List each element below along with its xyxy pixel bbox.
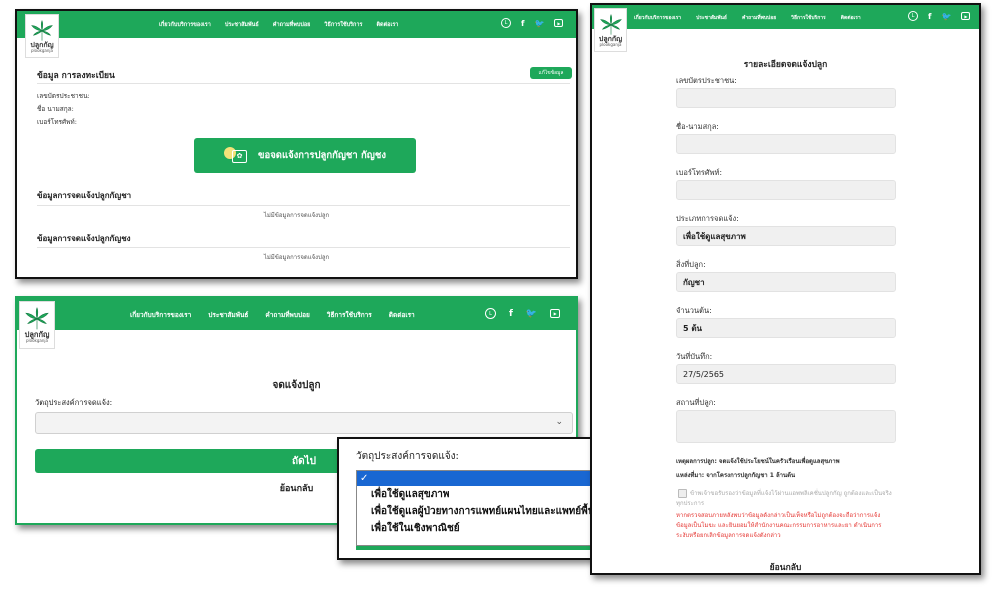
registration-panel: ปลูกกัญ plookganja เกี่ยวกับบริการของเรา… xyxy=(15,9,578,279)
chevron-down-icon: ⌄ xyxy=(555,417,563,427)
cultivation-detail-panel: ปลูกกัญ plookganja เกี่ยวกับบริการของเรา… xyxy=(590,3,981,575)
section-title-registration: ข้อมูล การลงทะเบียน xyxy=(37,71,115,81)
plant-count-label: จำนวนต้น: xyxy=(676,306,712,315)
nav-howto[interactable]: วิธีการใช้บริการ xyxy=(791,14,826,22)
social-icons: L f 🐦 ▶ xyxy=(908,11,971,21)
reason-text: เหตุผลการปลูก: จดแจ้งใช้ประโยชน์ในครัวเร… xyxy=(676,458,840,465)
cannabis-leaf-icon xyxy=(599,13,622,35)
hemp-empty-text: ไม่มีข้อมูลการจดแจ้งปลูก xyxy=(263,254,330,261)
nav-news[interactable]: ประชาสัมพันธ์ xyxy=(225,21,259,29)
line-icon[interactable]: L xyxy=(501,18,511,28)
youtube-icon[interactable]: ▶ xyxy=(554,19,564,27)
location-label: สถานที่ปลูก: xyxy=(676,398,716,407)
divider xyxy=(37,247,570,248)
warning-text: หากตรวจสอบภายหลังพบว่าข้อมูลดังกล่าวเป็น… xyxy=(676,512,882,539)
form-title: จดแจ้งปลูก xyxy=(272,380,321,391)
line-icon[interactable]: L xyxy=(908,11,918,21)
site-logo[interactable]: ปลูกกัญ plookganja xyxy=(25,14,59,58)
request-cultivation-label: ขอจดแจ้งการปลูกกัญชา กัญชง xyxy=(258,150,386,161)
twitter-icon[interactable]: 🐦 xyxy=(526,309,537,319)
nav-contact[interactable]: ติดต่อเรา xyxy=(389,310,415,320)
purpose-select[interactable]: ⌄ xyxy=(35,412,573,434)
nav-about[interactable]: เกี่ยวกับบริการของเรา xyxy=(159,21,211,29)
nav-howto[interactable]: วิธีการใช้บริการ xyxy=(324,21,362,29)
record-date-label: วันที่บันทึก: xyxy=(676,352,713,361)
nav-contact[interactable]: ติดต่อเรา xyxy=(841,14,861,22)
field-phone-label: เบอร์โทรศัพท์: xyxy=(37,118,77,126)
purpose-label: วัตถุประสงค์การจดแจ้ง: xyxy=(35,398,113,407)
source-text: แหล่งที่มา: จากโครงการปลูกกัญชา 1 ล้านต้… xyxy=(676,472,796,479)
checkmark-icon: ✓ xyxy=(360,473,369,484)
twitter-icon[interactable]: 🐦 xyxy=(534,19,544,28)
fullname-label: ชื่อ-นามสกุล: xyxy=(676,122,719,131)
plant-type-field[interactable]: กัญชา xyxy=(676,272,896,292)
record-date-field[interactable]: 27/5/2565 xyxy=(676,364,896,384)
nav-about[interactable]: เกี่ยวกับบริการของเรา xyxy=(634,14,681,22)
nav-faq[interactable]: คำถามที่พบบ่อย xyxy=(265,310,309,320)
id-card-label: เลขบัตรประชาชน: xyxy=(676,76,737,85)
nav-faq[interactable]: คำถามที่พบบ่อย xyxy=(742,14,776,22)
cannabis-leaf-icon xyxy=(25,307,49,330)
edit-info-button[interactable]: แก้ไขข้อมูล xyxy=(530,67,572,79)
nav-contact[interactable]: ติดต่อเรา xyxy=(376,21,398,29)
twitter-icon[interactable]: 🐦 xyxy=(941,12,951,21)
consent-text: ข้าพเจ้าขอรับรองว่าข้อมูลที่แจ้งไว้ผ่านแ… xyxy=(676,490,892,507)
youtube-icon[interactable]: ▶ xyxy=(550,309,561,318)
cannabis-document-icon: ✿ xyxy=(224,145,250,167)
nav-about[interactable]: เกี่ยวกับบริการของเรา xyxy=(130,310,191,320)
nav-links: เกี่ยวกับบริการของเรา ประชาสัมพันธ์ คำถา… xyxy=(159,21,398,29)
facebook-icon[interactable]: f xyxy=(928,12,931,21)
site-logo[interactable]: ปลูกกัญ plookganja xyxy=(19,301,55,349)
notification-type-label: ประเภทการจดแจ้ง: xyxy=(676,214,739,223)
nav-news[interactable]: ประชาสัมพันธ์ xyxy=(208,310,248,320)
cannabis-leaf-icon xyxy=(31,19,53,41)
id-card-field[interactable] xyxy=(676,88,896,108)
plant-type-label: สิ่งที่ปลูก: xyxy=(676,260,706,269)
hemp-section-title: ข้อมูลการจดแจ้งปลูกกัญชง xyxy=(37,234,131,243)
phone-label: เบอร์โทรศัพท์: xyxy=(676,168,723,177)
nav-news[interactable]: ประชาสัมพันธ์ xyxy=(696,14,727,22)
facebook-icon[interactable]: f xyxy=(521,19,524,28)
field-name-label: ชื่อ นามสกุล: xyxy=(37,105,74,113)
nav-links: เกี่ยวกับบริการของเรา ประชาสัมพันธ์ คำถา… xyxy=(634,14,861,22)
line-icon[interactable]: L xyxy=(485,308,496,319)
logo-subtitle: plookganja xyxy=(31,47,53,53)
fullname-field[interactable] xyxy=(676,134,896,154)
site-logo[interactable]: ปลูกกัญ plookganja xyxy=(594,8,627,52)
location-textarea[interactable] xyxy=(676,410,896,443)
dropdown-label: วัตถุประสงค์การจดแจ้ง: xyxy=(356,451,459,462)
detail-title: รายละเอียดจดแจ้งปลูก xyxy=(743,60,828,70)
logo-subtitle: plookganja xyxy=(26,337,48,343)
nav-howto[interactable]: วิธีการใช้บริการ xyxy=(327,310,372,320)
cannabis-empty-text: ไม่มีข้อมูลการจดแจ้งปลูก xyxy=(263,212,330,219)
plant-count-field[interactable]: 5 ต้น xyxy=(676,318,896,338)
phone-field[interactable] xyxy=(676,180,896,200)
facebook-icon[interactable]: f xyxy=(509,309,513,319)
cannabis-section-title: ข้อมูลการจดแจ้งปลูกกัญชา xyxy=(37,191,132,200)
social-icons: L f 🐦 ▶ xyxy=(485,308,561,319)
youtube-icon[interactable]: ▶ xyxy=(961,12,971,20)
social-icons: L f 🐦 ▶ xyxy=(501,18,564,28)
divider xyxy=(37,205,570,206)
divider xyxy=(37,83,570,84)
field-id-label: เลขบัตรประชาชน: xyxy=(37,92,90,100)
nav-faq[interactable]: คำถามที่พบบ่อย xyxy=(273,21,311,29)
notification-type-field[interactable]: เพื่อใช้ดูแลสุขภาพ xyxy=(676,226,896,246)
nav-links: เกี่ยวกับบริการของเรา ประชาสัมพันธ์ คำถา… xyxy=(130,310,415,320)
back-link[interactable]: ย้อนกลับ xyxy=(592,560,979,573)
request-cultivation-button[interactable]: ✿ ขอจดแจ้งการปลูกกัญชา กัญชง xyxy=(194,138,416,173)
logo-subtitle: plookganja xyxy=(599,41,622,47)
